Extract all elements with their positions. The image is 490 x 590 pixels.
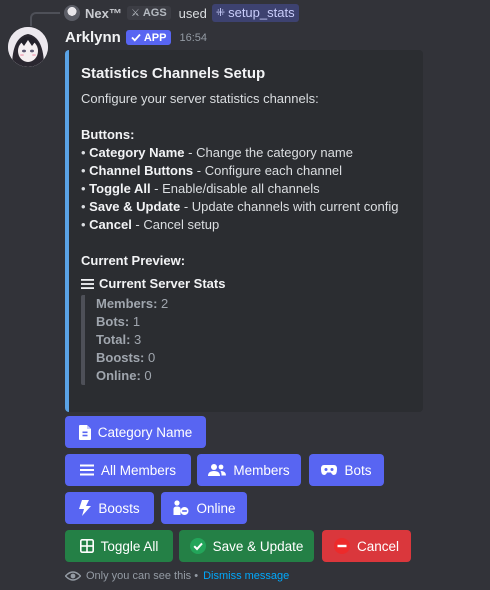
app-badge: APP xyxy=(125,30,172,45)
used-label: used xyxy=(178,5,207,21)
check-circle-icon xyxy=(189,538,206,554)
stat-row: Members: 2 xyxy=(96,296,169,311)
only-you-text: Only you can see this • xyxy=(86,570,199,582)
stats-title: Current Server Stats xyxy=(99,276,226,291)
help-item: • Category Name - Change the category na… xyxy=(81,145,353,160)
category-name-label: Category Name xyxy=(97,424,193,440)
category-name-button[interactable]: Category Name xyxy=(65,416,206,448)
preview-heading: Current Preview: xyxy=(81,253,186,268)
all-members-button[interactable]: All Members xyxy=(65,454,191,486)
guild-tag-label: AGS xyxy=(142,7,167,19)
sword-icon: ⚔ xyxy=(130,7,140,19)
author-avatar[interactable] xyxy=(8,27,48,67)
online-label: Online xyxy=(196,500,236,516)
embed: Statistics Channels Setup Configure your… xyxy=(65,50,423,412)
reply-context[interactable]: Nex™ ⚔ AGS used ⁜ setup_stats xyxy=(64,4,299,22)
eye-icon xyxy=(65,571,81,581)
help-item: • Channel Buttons - Configure each chann… xyxy=(81,163,343,178)
buttons-heading: Buttons: xyxy=(81,127,135,142)
embed-description: Configure your server statistics channel… xyxy=(81,91,319,106)
document-icon xyxy=(78,424,91,440)
embed-title: Statistics Channels Setup xyxy=(81,65,266,82)
cancel-circle-icon xyxy=(333,538,350,554)
stat-row: Boosts: 0 xyxy=(96,350,156,365)
help-item: • Toggle All - Enable/disable all channe… xyxy=(81,181,320,196)
reply-spine xyxy=(30,12,60,26)
ephemeral-notice: Only you can see this • Dismiss message xyxy=(65,570,289,582)
timestamp[interactable]: 16:54 xyxy=(179,32,207,44)
app-badge-label: APP xyxy=(143,31,167,44)
online-button[interactable]: Online xyxy=(161,492,247,524)
person-online-icon xyxy=(173,500,189,515)
message-header: Arklynn APP 16:54 xyxy=(65,29,207,46)
bots-button[interactable]: Bots xyxy=(309,454,384,486)
members-button[interactable]: Members xyxy=(197,454,301,486)
all-members-label: All Members xyxy=(100,462,176,478)
list-icon xyxy=(79,464,94,476)
toggle-all-button[interactable]: Toggle All xyxy=(65,530,173,562)
checkmark-icon xyxy=(131,33,141,42)
cancel-button[interactable]: Cancel xyxy=(322,530,411,562)
lightning-icon xyxy=(79,500,92,516)
command-name: setup_stats xyxy=(228,5,295,20)
stats-title-row: Current Server Stats xyxy=(81,276,411,291)
bots-label: Bots xyxy=(344,462,372,478)
controller-icon xyxy=(321,465,338,475)
grid-icon xyxy=(79,539,94,553)
author-name[interactable]: Arklynn xyxy=(65,29,121,46)
guild-tag[interactable]: ⚔ AGS xyxy=(126,6,171,20)
cancel-label: Cancel xyxy=(356,538,400,554)
embed-description-block: Configure your server statistics channel… xyxy=(81,90,411,270)
stats-quote: Members: 2 Bots: 1 Total: 3 Boosts: 0 On… xyxy=(81,295,411,385)
help-item: • Cancel - Cancel setup xyxy=(81,217,220,232)
reply-avatar[interactable] xyxy=(64,5,80,21)
help-item: • Save & Update - Update channels with c… xyxy=(81,199,399,214)
list-icon xyxy=(81,278,94,289)
members-label: Members xyxy=(233,462,290,478)
toggle-all-label: Toggle All xyxy=(100,538,159,554)
save-update-button[interactable]: Save & Update xyxy=(179,530,314,562)
boosts-label: Boosts xyxy=(98,500,140,516)
stat-row: Total: 3 xyxy=(96,332,142,347)
stat-row: Bots: 1 xyxy=(96,314,141,329)
people-icon xyxy=(208,464,227,476)
reply-user-name[interactable]: Nex™ xyxy=(85,6,122,21)
dismiss-message-link[interactable]: Dismiss message xyxy=(203,570,289,582)
boosts-button[interactable]: Boosts xyxy=(65,492,154,524)
save-update-label: Save & Update xyxy=(212,538,304,554)
slash-command-icon: ⁜ xyxy=(215,7,226,19)
stat-row: Online: 0 xyxy=(96,368,152,383)
command-mention[interactable]: ⁜ setup_stats xyxy=(211,4,299,22)
